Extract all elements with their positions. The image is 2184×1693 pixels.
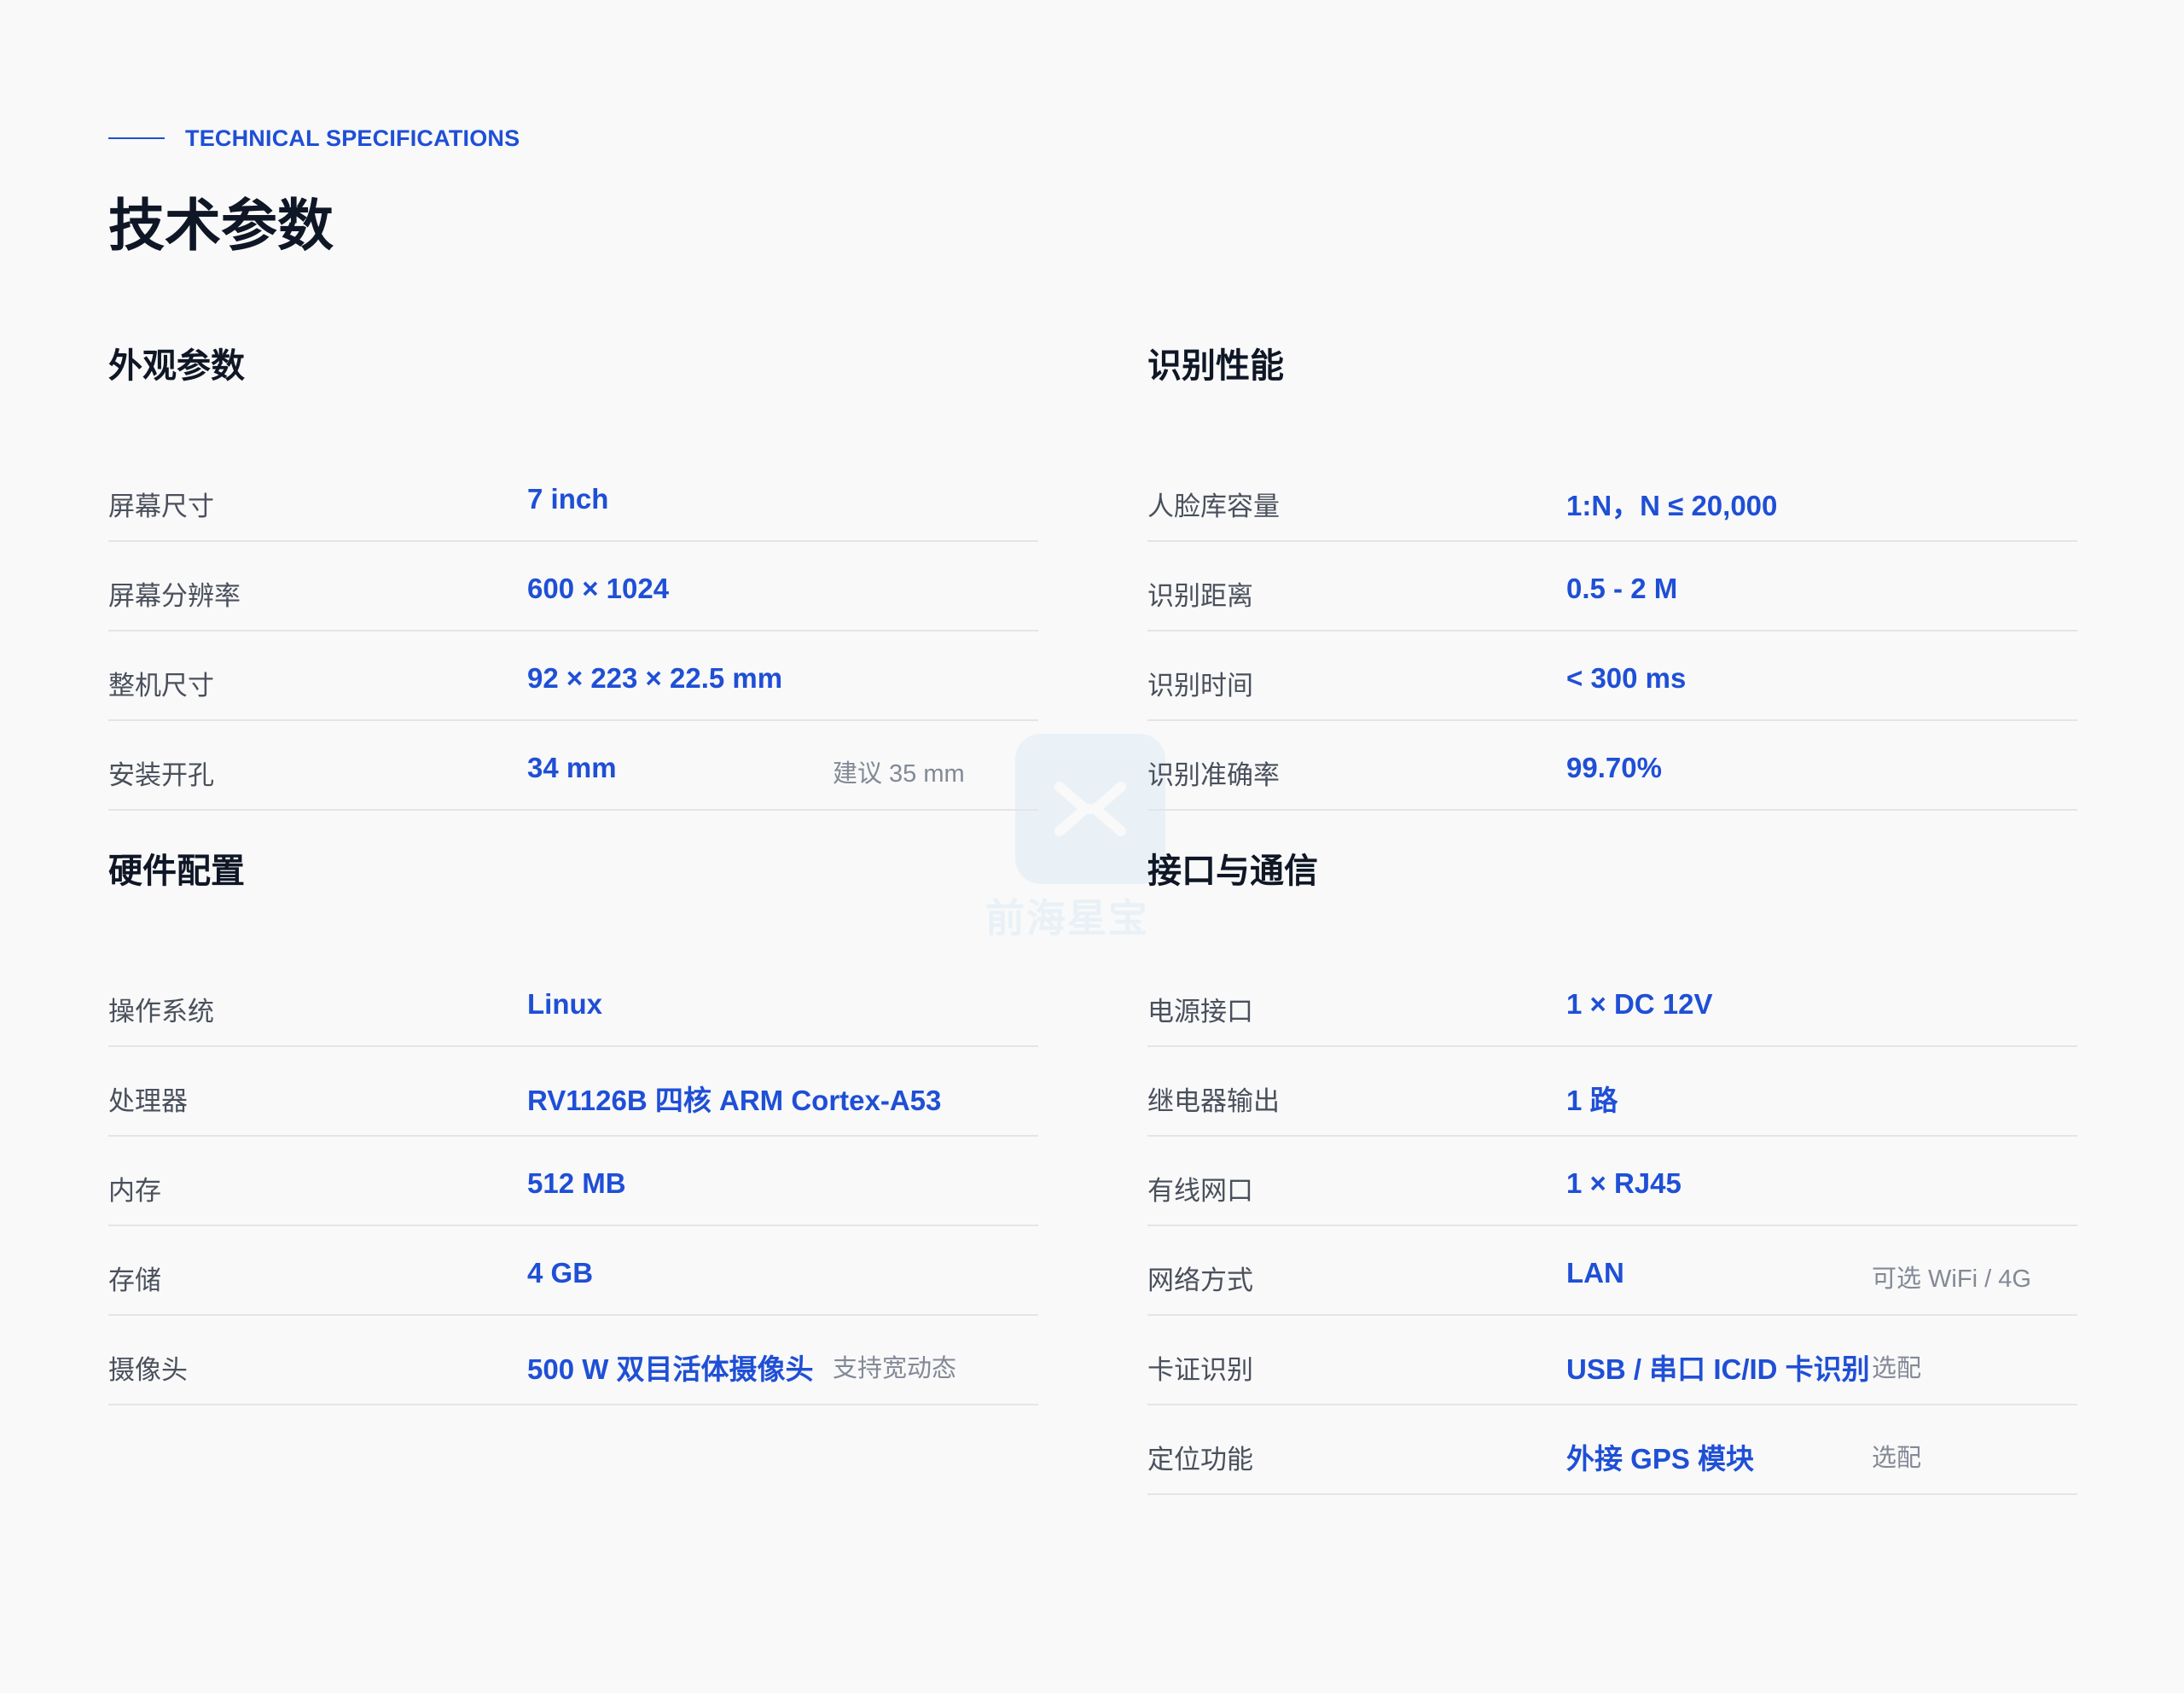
- spec-note: 支持宽动态: [833, 1355, 957, 1382]
- spec-label: 识别距离: [1147, 581, 1253, 611]
- section-title: 外观参数: [108, 347, 245, 385]
- spec-value: 92 × 223 × 22.5 mm: [527, 662, 783, 694]
- spec-row: 继电器输出 1 路: [1147, 1047, 2077, 1137]
- spec-row: 定位功能 外接 GPS 模块 选配: [1147, 1405, 2077, 1495]
- spec-label: 屏幕分辨率: [108, 581, 241, 611]
- spec-row: 识别距离 0.5 - 2 M: [1147, 542, 2077, 631]
- spec-value: 1:N，N ≤ 20,000: [1566, 490, 1778, 521]
- spec-section-interface: 接口与通信 电源接口 1 × DC 12V 继电器输出 1 路 有线网口 1 ×…: [1147, 843, 2077, 1495]
- spec-row: 有线网口 1 × RJ45: [1147, 1137, 2077, 1226]
- spec-row: 屏幕分辨率 600 × 1024: [108, 542, 1038, 631]
- spec-row: 网络方式 LAN 可选 WiFi / 4G: [1147, 1226, 2077, 1316]
- spec-row: 人脸库容量 1:N，N ≤ 20,000: [1147, 452, 2077, 542]
- spec-label: 定位功能: [1147, 1445, 1253, 1475]
- spec-row: 识别时间 < 300 ms: [1147, 631, 2077, 721]
- spec-label: 操作系统: [108, 997, 214, 1027]
- spec-row: 安装开孔 34 mm 建议 35 mm: [108, 721, 1038, 811]
- spec-label: 人脸库容量: [1147, 492, 1280, 521]
- spec-label: 卡证识别: [1147, 1355, 1253, 1385]
- spec-note: 建议 35 mm: [833, 760, 965, 788]
- spec-row: 操作系统 Linux: [108, 957, 1038, 1047]
- spec-value: USB / 串口 IC/ID 卡识别: [1566, 1353, 1870, 1385]
- spec-label: 处理器: [108, 1086, 188, 1116]
- spec-label: 识别准确率: [1147, 760, 1280, 790]
- spec-value: 1 × DC 12V: [1566, 988, 1713, 1020]
- spec-row: 电源接口 1 × DC 12V: [1147, 957, 2077, 1047]
- spec-label: 电源接口: [1147, 997, 1253, 1027]
- spec-value: 600 × 1024: [527, 573, 670, 604]
- eyebrow-rule: [108, 137, 165, 139]
- eyebrow-text: TECHNICAL SPECIFICATIONS: [185, 125, 520, 151]
- spec-note: 选配: [1872, 1355, 1922, 1382]
- spec-value: 512 MB: [527, 1167, 626, 1199]
- section-title: 硬件配置: [108, 852, 245, 890]
- spec-value: 0.5 - 2 M: [1566, 573, 1678, 604]
- spec-label: 继电器输出: [1147, 1086, 1280, 1116]
- spec-value: 99.70%: [1566, 752, 1662, 783]
- spec-row: 摄像头 500 W 双目活体摄像头 支持宽动态: [108, 1316, 1038, 1405]
- spec-note: 可选 WiFi / 4G: [1872, 1265, 2031, 1293]
- spec-label: 识别时间: [1147, 671, 1253, 701]
- spec-label: 内存: [108, 1176, 161, 1206]
- spec-label: 整机尺寸: [108, 671, 214, 701]
- spec-label: 网络方式: [1147, 1265, 1253, 1295]
- spec-value: < 300 ms: [1566, 662, 1687, 694]
- spec-value: Linux: [527, 988, 602, 1020]
- spec-row: 卡证识别 USB / 串口 IC/ID 卡识别 选配: [1147, 1316, 2077, 1405]
- spec-value: 34 mm: [527, 752, 617, 783]
- spec-row: 识别准确率 99.70%: [1147, 721, 2077, 811]
- spec-note: 选配: [1872, 1445, 1922, 1472]
- spec-label: 存储: [108, 1265, 161, 1295]
- spec-value: 1 路: [1566, 1085, 1618, 1116]
- section-eyebrow: TECHNICAL SPECIFICATIONS: [108, 123, 520, 154]
- spec-value: RV1126B 四核 ARM Cortex-A53: [527, 1085, 942, 1116]
- spec-value: 1 × RJ45: [1566, 1167, 1682, 1199]
- spec-value: 500 W 双目活体摄像头: [527, 1353, 814, 1385]
- spec-value: 4 GB: [527, 1257, 594, 1289]
- spec-section-hardware: 硬件配置 操作系统 Linux 处理器 RV1126B 四核 ARM Corte…: [108, 843, 1038, 1405]
- section-title: 接口与通信: [1147, 852, 1318, 890]
- spec-value: 7 inch: [527, 483, 609, 515]
- spec-row: 内存 512 MB: [108, 1137, 1038, 1226]
- spec-value: LAN: [1566, 1257, 1624, 1289]
- spec-label: 有线网口: [1147, 1176, 1253, 1206]
- spec-label: 摄像头: [108, 1355, 188, 1385]
- spec-label: 屏幕尺寸: [108, 492, 214, 521]
- spec-section-appearance: 外观参数 屏幕尺寸 7 inch 屏幕分辨率 600 × 1024 整机尺寸 9…: [108, 338, 1038, 811]
- spec-row: 屏幕尺寸 7 inch: [108, 452, 1038, 542]
- spec-label: 安装开孔: [108, 760, 214, 790]
- page-title: 技术参数: [108, 194, 334, 257]
- spec-row: 整机尺寸 92 × 223 × 22.5 mm: [108, 631, 1038, 721]
- spec-section-recognition: 识别性能 人脸库容量 1:N，N ≤ 20,000 识别距离 0.5 - 2 M…: [1147, 338, 2077, 811]
- section-title: 识别性能: [1147, 347, 1284, 385]
- spec-row: 处理器 RV1126B 四核 ARM Cortex-A53: [108, 1047, 1038, 1137]
- spec-value: 外接 GPS 模块: [1566, 1443, 1755, 1475]
- spec-row: 存储 4 GB: [108, 1226, 1038, 1316]
